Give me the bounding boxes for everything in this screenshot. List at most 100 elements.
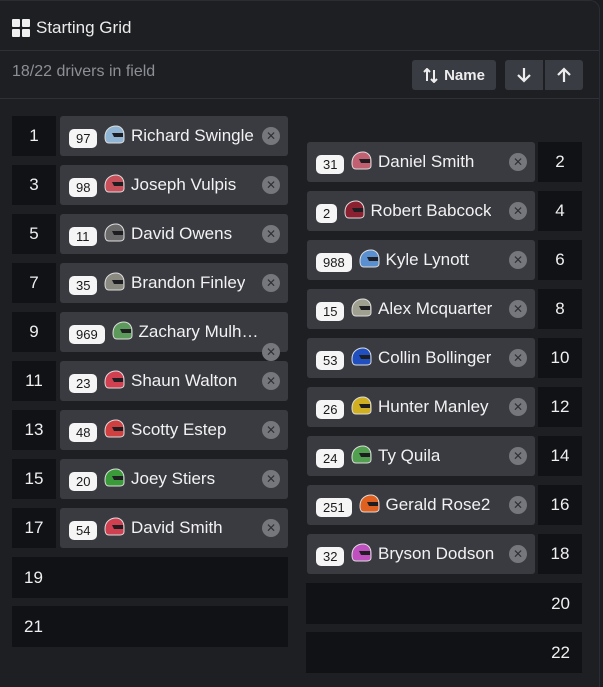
helmet-icon xyxy=(103,124,125,146)
driver-name: Joey Stiers xyxy=(131,469,216,488)
driver-card[interactable]: 26 Hunter Manley ✕ xyxy=(307,387,535,427)
car-number: 11 xyxy=(69,227,97,246)
grid-position: 12 xyxy=(538,387,582,427)
driver-name: Bryson Dodson xyxy=(378,544,495,563)
helmet-icon xyxy=(358,493,380,515)
driver-card[interactable]: 54 David Smith ✕ xyxy=(60,508,288,548)
helmet-icon xyxy=(350,346,372,368)
sort-by-name-button[interactable]: Name xyxy=(412,60,496,90)
driver-card[interactable]: 251 Gerald Rose2 ✕ xyxy=(307,485,535,525)
car-number: 32 xyxy=(316,547,345,566)
driver-card[interactable]: 35 Brandon Finley ✕ xyxy=(60,263,288,303)
remove-driver-button[interactable]: ✕ xyxy=(509,545,527,563)
driver-card[interactable]: 2 Robert Babcock ✕ xyxy=(307,191,535,231)
car-number: 26 xyxy=(316,400,345,419)
grid-position: 3 xyxy=(12,165,56,205)
car-number: 24 xyxy=(316,449,345,468)
driver-card[interactable]: 11 David Owens ✕ xyxy=(60,214,288,254)
grid-position: 8 xyxy=(538,289,582,329)
remove-driver-button[interactable]: ✕ xyxy=(509,251,527,269)
grid-icon xyxy=(12,19,30,37)
grid-position: 6 xyxy=(538,240,582,280)
car-number: 2 xyxy=(316,204,338,223)
helmet-icon xyxy=(343,199,365,221)
sort-icon xyxy=(423,67,438,83)
driver-name: Brandon Finley xyxy=(131,273,246,292)
remove-driver-button[interactable]: ✕ xyxy=(262,470,280,488)
page-title: Starting Grid xyxy=(36,18,132,37)
remove-driver-button[interactable]: ✕ xyxy=(262,343,280,361)
remove-driver-button[interactable]: ✕ xyxy=(509,349,527,367)
car-number: 31 xyxy=(316,155,345,174)
helmet-icon xyxy=(350,444,372,466)
remove-driver-button[interactable]: ✕ xyxy=(509,153,527,171)
driver-name: Gerald Rose2 xyxy=(385,495,491,514)
panel-header: Starting Grid xyxy=(0,1,599,51)
grid-position: 13 xyxy=(12,410,56,450)
remove-driver-button[interactable]: ✕ xyxy=(262,127,280,145)
remove-driver-button[interactable]: ✕ xyxy=(262,519,280,537)
car-number: 20 xyxy=(69,472,98,491)
driver-card[interactable]: 31 Daniel Smith ✕ xyxy=(307,142,535,182)
driver-card[interactable]: 23 Shaun Walton ✕ xyxy=(60,361,288,401)
empty-grid-slot[interactable]: 20 xyxy=(306,583,582,624)
car-number: 988 xyxy=(316,253,352,272)
driver-name: Zachary Mulhe… xyxy=(138,322,261,341)
driver-card[interactable]: 53 Collin Bollinger ✕ xyxy=(307,338,535,378)
helmet-icon xyxy=(103,369,125,391)
driver-name: Ty Quila xyxy=(378,446,441,465)
empty-grid-slot[interactable]: 21 xyxy=(12,606,288,647)
helmet-icon xyxy=(111,320,133,342)
remove-driver-button[interactable]: ✕ xyxy=(509,496,527,514)
grid-position: 4 xyxy=(538,191,582,231)
remove-driver-button[interactable]: ✕ xyxy=(262,421,280,439)
arrow-down-icon xyxy=(517,68,531,83)
driver-card[interactable]: 32 Bryson Dodson ✕ xyxy=(307,534,535,574)
drivers-count: 18/22 drivers in field xyxy=(12,63,156,80)
helmet-icon xyxy=(103,467,125,489)
helmet-icon xyxy=(350,150,372,172)
driver-card[interactable]: 97 Richard Swingle ✕ xyxy=(60,116,288,156)
driver-name: Scotty Estep xyxy=(131,420,227,439)
driver-name: Robert Babcock xyxy=(370,201,492,220)
helmet-icon xyxy=(103,516,125,538)
grid-position: 17 xyxy=(12,508,56,548)
grid-position: 14 xyxy=(538,436,582,476)
empty-grid-slot[interactable]: 19 xyxy=(12,557,288,598)
grid-position: 7 xyxy=(12,263,56,303)
grid-position: 9 xyxy=(12,312,56,352)
sort-ascending-button[interactable] xyxy=(545,60,583,90)
grid-position: 1 xyxy=(12,116,56,156)
remove-driver-button[interactable]: ✕ xyxy=(509,202,527,220)
car-number: 98 xyxy=(69,178,98,197)
grid-position: 18 xyxy=(538,534,582,574)
sort-button-label: Name xyxy=(444,66,485,84)
driver-card[interactable]: 988 Kyle Lynott ✕ xyxy=(307,240,535,280)
grid-position: 5 xyxy=(12,214,56,254)
car-number: 969 xyxy=(69,325,105,344)
remove-driver-button[interactable]: ✕ xyxy=(509,398,527,416)
remove-driver-button[interactable]: ✕ xyxy=(262,176,280,194)
grid-position: 15 xyxy=(12,459,56,499)
remove-driver-button[interactable]: ✕ xyxy=(262,274,280,292)
driver-name: David Owens xyxy=(131,224,233,243)
car-number: 15 xyxy=(316,302,345,321)
driver-name: David Smith xyxy=(131,518,223,537)
driver-card[interactable]: 20 Joey Stiers ✕ xyxy=(60,459,288,499)
driver-card[interactable]: 969 Zachary Mulhe… ✕ xyxy=(60,312,288,361)
car-number: 97 xyxy=(69,129,98,148)
remove-driver-button[interactable]: ✕ xyxy=(262,372,280,390)
driver-card[interactable]: 48 Scotty Estep ✕ xyxy=(60,410,288,450)
helmet-icon xyxy=(103,222,125,244)
remove-driver-button[interactable]: ✕ xyxy=(509,447,527,465)
remove-driver-button[interactable]: ✕ xyxy=(262,225,280,243)
driver-card[interactable]: 98 Joseph Vulpis ✕ xyxy=(60,165,288,205)
driver-card[interactable]: 15 Alex Mcquarter ✕ xyxy=(307,289,535,329)
driver-card[interactable]: 24 Ty Quila ✕ xyxy=(307,436,535,476)
sort-descending-button[interactable] xyxy=(505,60,543,90)
remove-driver-button[interactable]: ✕ xyxy=(509,300,527,318)
car-number: 251 xyxy=(316,498,352,517)
driver-name: Alex Mcquarter xyxy=(378,299,493,318)
car-number: 48 xyxy=(69,423,98,442)
empty-grid-slot[interactable]: 22 xyxy=(306,632,582,673)
